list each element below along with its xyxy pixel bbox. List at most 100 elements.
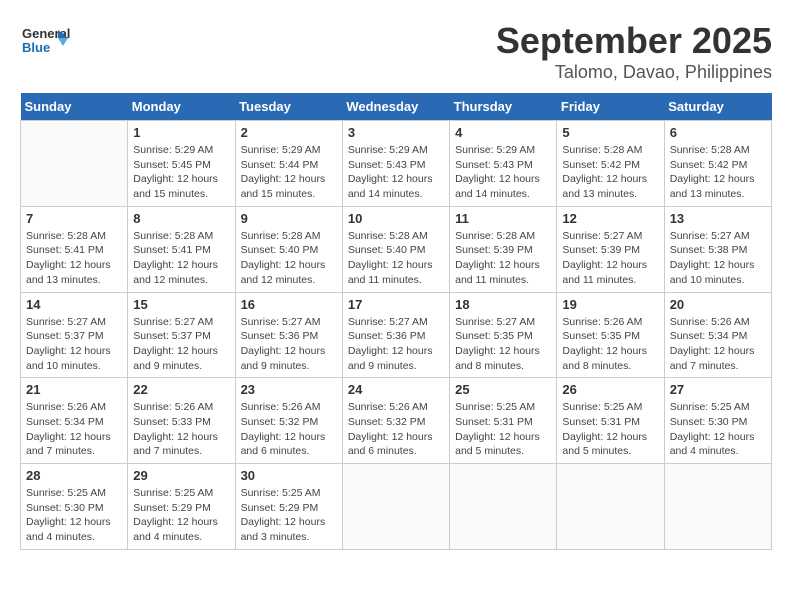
calendar-cell: 17 Sunrise: 5:27 AM Sunset: 5:36 PM Dayli… [342,292,449,378]
day-number: 16 [241,297,337,312]
calendar-cell: 2 Sunrise: 5:29 AM Sunset: 5:44 PM Daylig… [235,121,342,207]
calendar-cell: 30Sunrise: 5:25 AM Sunset: 5:29 PM Dayli… [235,464,342,550]
calendar-body: 1 Sunrise: 5:29 AM Sunset: 5:45 PM Daylig… [21,121,772,550]
calendar-cell: 10Sunrise: 5:28 AM Sunset: 5:40 PM Dayli… [342,206,449,292]
day-number: 2 [241,125,337,140]
day-number: 22 [133,382,229,397]
day-number: 26 [562,382,658,397]
day-info: Sunrise: 5:25 AM Sunset: 5:30 PM Dayligh… [670,400,766,459]
calendar-cell: 11Sunrise: 5:28 AM Sunset: 5:39 PM Dayli… [450,206,557,292]
day-header-monday: Monday [128,93,235,121]
calendar-cell [342,464,449,550]
logo-icon: General Blue [20,20,70,60]
day-number: 15 [133,297,229,312]
week-row-4: 21Sunrise: 5:26 AM Sunset: 5:34 PM Dayli… [21,378,772,464]
calendar-cell: 5Sunrise: 5:28 AM Sunset: 5:42 PM Daylig… [557,121,664,207]
day-info: Sunrise: 5:29 AM Sunset: 5:43 PM Dayligh… [348,143,444,202]
day-header-friday: Friday [557,93,664,121]
day-info: Sunrise: 5:28 AM Sunset: 5:40 PM Dayligh… [348,229,444,288]
day-number: 20 [670,297,766,312]
day-info: Sunrise: 5:27 AM Sunset: 5:38 PM Dayligh… [670,229,766,288]
day-header-saturday: Saturday [664,93,771,121]
day-number: 27 [670,382,766,397]
day-info: Sunrise: 5:27 AM Sunset: 5:39 PM Dayligh… [562,229,658,288]
svg-text:Blue: Blue [22,40,50,55]
day-header-thursday: Thursday [450,93,557,121]
calendar-cell: 8Sunrise: 5:28 AM Sunset: 5:41 PM Daylig… [128,206,235,292]
day-info: Sunrise: 5:29 AM Sunset: 5:45 PM Dayligh… [133,143,229,202]
day-number: 24 [348,382,444,397]
day-info: Sunrise: 5:28 AM Sunset: 5:40 PM Dayligh… [241,229,337,288]
day-info: Sunrise: 5:28 AM Sunset: 5:41 PM Dayligh… [133,229,229,288]
day-info: Sunrise: 5:29 AM Sunset: 5:43 PM Dayligh… [455,143,551,202]
calendar-cell [450,464,557,550]
calendar-cell: 3 Sunrise: 5:29 AM Sunset: 5:43 PM Daylig… [342,121,449,207]
day-number: 14 [26,297,122,312]
calendar-cell: 23 Sunrise: 5:26 AM Sunset: 5:32 PM Dayli… [235,378,342,464]
day-header-tuesday: Tuesday [235,93,342,121]
calendar-cell: 6Sunrise: 5:28 AM Sunset: 5:42 PM Daylig… [664,121,771,207]
week-row-1: 1 Sunrise: 5:29 AM Sunset: 5:45 PM Daylig… [21,121,772,207]
day-number: 23 [241,382,337,397]
day-info: Sunrise: 5:27 AM Sunset: 5:36 PM Dayligh… [348,315,444,374]
day-number: 4 [455,125,551,140]
month-title: September 2025 [496,20,772,62]
day-info: Sunrise: 5:28 AM Sunset: 5:41 PM Dayligh… [26,229,122,288]
calendar-cell: 20Sunrise: 5:26 AM Sunset: 5:34 PM Dayli… [664,292,771,378]
day-number: 5 [562,125,658,140]
day-info: Sunrise: 5:26 AM Sunset: 5:35 PM Dayligh… [562,315,658,374]
week-row-3: 14 Sunrise: 5:27 AM Sunset: 5:37 PM Dayli… [21,292,772,378]
day-number: 3 [348,125,444,140]
calendar-cell: 12 Sunrise: 5:27 AM Sunset: 5:39 PM Dayli… [557,206,664,292]
calendar-cell: 24 Sunrise: 5:26 AM Sunset: 5:32 PM Dayli… [342,378,449,464]
day-info: Sunrise: 5:26 AM Sunset: 5:32 PM Dayligh… [348,400,444,459]
calendar-cell: 19Sunrise: 5:26 AM Sunset: 5:35 PM Dayli… [557,292,664,378]
day-info: Sunrise: 5:27 AM Sunset: 5:36 PM Dayligh… [241,315,337,374]
calendar-cell: 25 Sunrise: 5:25 AM Sunset: 5:31 PM Dayli… [450,378,557,464]
calendar-cell: 15 Sunrise: 5:27 AM Sunset: 5:37 PM Dayli… [128,292,235,378]
day-info: Sunrise: 5:27 AM Sunset: 5:37 PM Dayligh… [133,315,229,374]
day-number: 29 [133,468,229,483]
day-info: Sunrise: 5:26 AM Sunset: 5:32 PM Dayligh… [241,400,337,459]
calendar-cell: 26 Sunrise: 5:25 AM Sunset: 5:31 PM Dayli… [557,378,664,464]
day-number: 6 [670,125,766,140]
day-number: 12 [562,211,658,226]
day-header-wednesday: Wednesday [342,93,449,121]
day-header-sunday: Sunday [21,93,128,121]
day-number: 7 [26,211,122,226]
day-info: Sunrise: 5:25 AM Sunset: 5:30 PM Dayligh… [26,486,122,545]
days-header-row: SundayMondayTuesdayWednesdayThursdayFrid… [21,93,772,121]
day-number: 30 [241,468,337,483]
day-number: 17 [348,297,444,312]
calendar-cell: 14 Sunrise: 5:27 AM Sunset: 5:37 PM Dayli… [21,292,128,378]
day-info: Sunrise: 5:25 AM Sunset: 5:31 PM Dayligh… [562,400,658,459]
calendar-cell: 29Sunrise: 5:25 AM Sunset: 5:29 PM Dayli… [128,464,235,550]
day-info: Sunrise: 5:27 AM Sunset: 5:37 PM Dayligh… [26,315,122,374]
week-row-2: 7 Sunrise: 5:28 AM Sunset: 5:41 PM Daylig… [21,206,772,292]
calendar-cell [557,464,664,550]
calendar-cell [21,121,128,207]
day-number: 25 [455,382,551,397]
day-number: 1 [133,125,229,140]
day-info: Sunrise: 5:27 AM Sunset: 5:35 PM Dayligh… [455,315,551,374]
calendar-cell: 4 Sunrise: 5:29 AM Sunset: 5:43 PM Daylig… [450,121,557,207]
day-number: 28 [26,468,122,483]
header: General Blue September 2025 Talomo, Dava… [20,20,772,83]
calendar-cell: 27 Sunrise: 5:25 AM Sunset: 5:30 PM Dayli… [664,378,771,464]
day-info: Sunrise: 5:29 AM Sunset: 5:44 PM Dayligh… [241,143,337,202]
day-info: Sunrise: 5:25 AM Sunset: 5:31 PM Dayligh… [455,400,551,459]
day-number: 9 [241,211,337,226]
calendar-cell: 22Sunrise: 5:26 AM Sunset: 5:33 PM Dayli… [128,378,235,464]
calendar-cell: 9 Sunrise: 5:28 AM Sunset: 5:40 PM Daylig… [235,206,342,292]
calendar-cell: 7 Sunrise: 5:28 AM Sunset: 5:41 PM Daylig… [21,206,128,292]
day-number: 13 [670,211,766,226]
calendar-cell: 13 Sunrise: 5:27 AM Sunset: 5:38 PM Dayli… [664,206,771,292]
calendar-cell: 21Sunrise: 5:26 AM Sunset: 5:34 PM Dayli… [21,378,128,464]
calendar-cell: 28 Sunrise: 5:25 AM Sunset: 5:30 PM Dayli… [21,464,128,550]
day-number: 18 [455,297,551,312]
calendar-table: SundayMondayTuesdayWednesdayThursdayFrid… [20,93,772,550]
title-section: September 2025 Talomo, Davao, Philippine… [496,20,772,83]
calendar-cell: 18 Sunrise: 5:27 AM Sunset: 5:35 PM Dayli… [450,292,557,378]
day-number: 21 [26,382,122,397]
day-info: Sunrise: 5:28 AM Sunset: 5:39 PM Dayligh… [455,229,551,288]
